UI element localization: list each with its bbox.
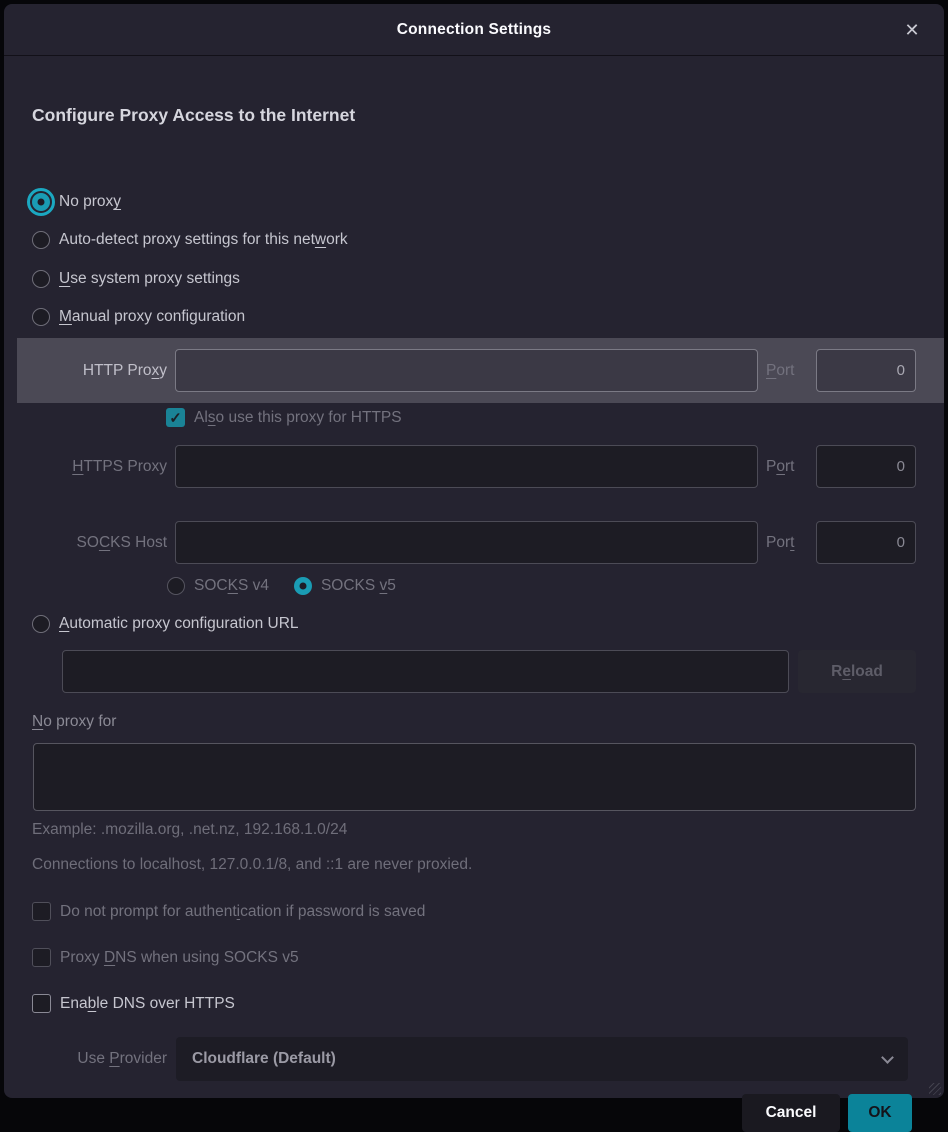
- dialog-titlebar: Connection Settings ✕: [4, 4, 944, 56]
- radio-auto-url[interactable]: [32, 615, 50, 633]
- no-proxy-for-textarea[interactable]: [33, 743, 916, 811]
- doh-provider-row: Use Provider Cloudflare (Default): [32, 1037, 908, 1081]
- https-port-input[interactable]: [816, 445, 916, 488]
- socks-port-input[interactable]: [816, 521, 916, 564]
- socks-host-input[interactable]: [175, 521, 758, 564]
- no-prompt-auth-checkbox[interactable]: [32, 902, 51, 921]
- chevron-down-icon: [881, 1051, 894, 1064]
- dialog-title: Connection Settings: [397, 21, 552, 39]
- radio-row-system-proxy[interactable]: Use system proxy settings: [32, 267, 240, 291]
- http-port-label: Port: [766, 362, 808, 380]
- radio-row-auto-detect[interactable]: Auto-detect proxy settings for this netw…: [32, 228, 348, 252]
- enable-doh-label: Enable DNS over HTTPS: [60, 995, 235, 1013]
- socks-port-label: Port: [766, 534, 808, 552]
- socks-version-row: SOCKS v4 SOCKS v5: [167, 574, 396, 598]
- auto-url-row: Reload: [62, 650, 916, 693]
- radio-label-no-proxy: No proxy: [59, 193, 121, 211]
- http-proxy-label: HTTP Proxy: [32, 362, 167, 380]
- radio-label-system-proxy: Use system proxy settings: [59, 270, 240, 288]
- proxy-dns-row: Proxy DNS when using SOCKS v5: [32, 948, 299, 967]
- radio-label-socks-v5: SOCKS v5: [321, 577, 396, 595]
- http-port-input[interactable]: [816, 349, 916, 392]
- radio-no-proxy[interactable]: [32, 193, 50, 211]
- http-proxy-row: HTTP Proxy Port: [17, 338, 944, 403]
- doh-provider-dropdown[interactable]: Cloudflare (Default): [176, 1037, 908, 1081]
- enable-doh-checkbox[interactable]: [32, 994, 51, 1013]
- connection-settings-dialog: Connection Settings ✕ Configure Proxy Ac…: [4, 4, 944, 1098]
- radio-socks-v4[interactable]: [167, 577, 185, 595]
- radio-label-auto-url: Automatic proxy configuration URL: [59, 615, 299, 633]
- auto-url-input[interactable]: [62, 650, 789, 693]
- socks-host-label: SOCKS Host: [32, 534, 167, 552]
- dialog-content: Configure Proxy Access to the Internet N…: [4, 57, 944, 1098]
- cancel-button[interactable]: Cancel: [742, 1094, 840, 1132]
- also-https-row[interactable]: ✓ Also use this proxy for HTTPS: [166, 408, 402, 427]
- no-prompt-auth-label: Do not prompt for authentication if pass…: [60, 903, 425, 921]
- also-https-label: Also use this proxy for HTTPS: [194, 409, 402, 427]
- close-icon[interactable]: ✕: [900, 18, 924, 42]
- reload-button[interactable]: Reload: [798, 650, 916, 693]
- proxy-dns-checkbox[interactable]: [32, 948, 51, 967]
- radio-socks-v5[interactable]: [294, 577, 312, 595]
- radio-row-auto-url[interactable]: Automatic proxy configuration URL: [32, 612, 299, 636]
- dialog-footer: Cancel OK: [742, 1094, 912, 1132]
- https-proxy-input[interactable]: [175, 445, 758, 488]
- no-proxy-for-label: No proxy for: [32, 713, 116, 731]
- no-prompt-auth-row: Do not prompt for authentication if pass…: [32, 902, 425, 921]
- localhost-hint: Connections to localhost, 127.0.0.1/8, a…: [32, 856, 472, 874]
- page-title: Configure Proxy Access to the Internet: [32, 105, 355, 126]
- radio-label-auto-detect: Auto-detect proxy settings for this netw…: [59, 231, 348, 249]
- radio-row-no-proxy[interactable]: No proxy: [32, 190, 121, 214]
- proxy-dns-label: Proxy DNS when using SOCKS v5: [60, 949, 299, 967]
- https-port-label: Port: [766, 458, 808, 476]
- ok-button[interactable]: OK: [848, 1094, 912, 1132]
- radio-auto-detect[interactable]: [32, 231, 50, 249]
- socks-host-row: SOCKS Host Port: [32, 521, 916, 564]
- doh-provider-value: Cloudflare (Default): [192, 1050, 336, 1068]
- radio-manual-proxy[interactable]: [32, 308, 50, 326]
- radio-system-proxy[interactable]: [32, 270, 50, 288]
- resize-handle[interactable]: [929, 1083, 941, 1095]
- radio-label-socks-v4: SOCKS v4: [194, 577, 269, 595]
- https-proxy-row: HTTPS Proxy Port: [32, 445, 916, 488]
- use-provider-label: Use Provider: [32, 1050, 167, 1068]
- radio-label-manual-proxy: Manual proxy configuration: [59, 308, 245, 326]
- also-https-checkbox[interactable]: ✓: [166, 408, 185, 427]
- example-hint: Example: .mozilla.org, .net.nz, 192.168.…: [32, 821, 347, 839]
- radio-row-manual-proxy[interactable]: Manual proxy configuration: [32, 305, 245, 329]
- https-proxy-label: HTTPS Proxy: [32, 458, 167, 476]
- http-proxy-input[interactable]: [175, 349, 758, 392]
- enable-doh-row[interactable]: Enable DNS over HTTPS: [32, 994, 235, 1013]
